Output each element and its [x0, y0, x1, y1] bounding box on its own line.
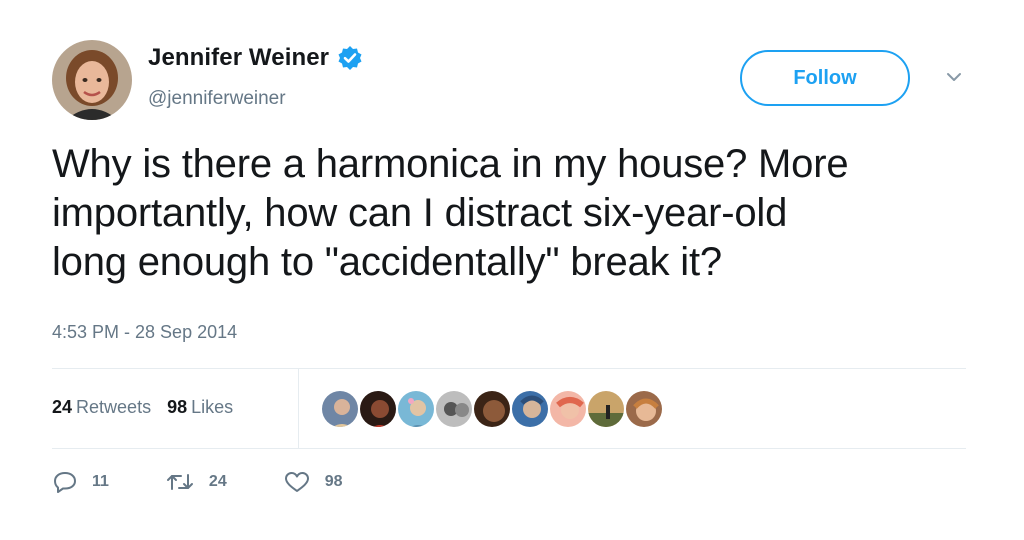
divider: [52, 448, 966, 449]
liker-avatar[interactable]: [624, 389, 664, 429]
liker-avatar[interactable]: [510, 389, 550, 429]
likes-stat[interactable]: 98 Likes: [167, 397, 233, 418]
author-name[interactable]: Jennifer Weiner: [148, 44, 329, 72]
liker-avatar[interactable]: [434, 389, 474, 429]
author-avatar[interactable]: [52, 40, 132, 120]
liker-avatar[interactable]: [472, 389, 512, 429]
likers-avatars: [320, 389, 664, 429]
retweets-label: Retweets: [76, 397, 152, 417]
stats-divider: [298, 369, 299, 448]
liker-avatar[interactable]: [358, 389, 398, 429]
follow-button[interactable]: Follow: [740, 50, 910, 106]
liker-avatar[interactable]: [548, 389, 588, 429]
verified-badge-icon: [338, 46, 362, 70]
liker-avatar[interactable]: [396, 389, 436, 429]
like-button[interactable]: 98: [283, 470, 343, 494]
reply-button[interactable]: 11: [52, 470, 109, 494]
reply-icon: [54, 472, 76, 493]
retweet-icon: [166, 474, 193, 490]
author-name-line: Jennifer Weiner: [148, 44, 363, 72]
likes-count: 98: [167, 397, 188, 417]
retweets-count: 24: [52, 397, 73, 417]
retweet-count: 24: [208, 473, 227, 490]
tweet-card: Jennifer Weiner @jenniferweiner Follow W…: [0, 0, 1024, 540]
chevron-down-icon[interactable]: [944, 70, 964, 84]
tweet-timestamp[interactable]: 4:53 PM - 28 Sep 2014: [52, 322, 237, 343]
retweets-stat[interactable]: 24 Retweets: [52, 397, 151, 418]
author-handle[interactable]: @jenniferweiner: [148, 88, 286, 110]
tweet-text: Why is there a harmonica in my house? Mo…: [52, 142, 849, 284]
reply-count: 11: [92, 473, 109, 490]
retweet-button[interactable]: 24: [165, 470, 227, 494]
heart-icon: [284, 472, 309, 492]
tweet-actions: 11 24 98: [52, 470, 399, 494]
divider: [52, 368, 966, 369]
engagement-stats: 24 Retweets 98 Likes: [52, 397, 233, 418]
liker-avatar[interactable]: [586, 389, 626, 429]
like-count: 98: [324, 473, 343, 490]
likes-label: Likes: [191, 397, 234, 417]
liker-avatar[interactable]: [320, 389, 360, 429]
